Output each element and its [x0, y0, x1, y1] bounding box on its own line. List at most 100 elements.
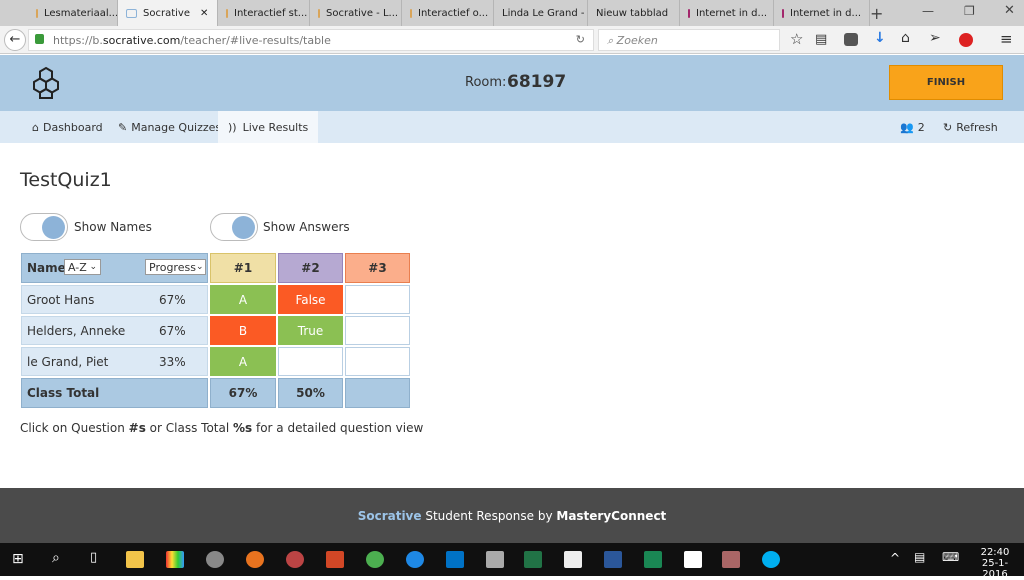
toggle-knob: [42, 216, 65, 239]
answer-cell[interactable]: True: [278, 316, 343, 345]
clock-time: 22:40: [980, 547, 1010, 558]
snipping-icon[interactable]: [206, 551, 224, 568]
socrative-logo-icon[interactable]: [30, 66, 62, 100]
answer-cell[interactable]: A: [210, 285, 276, 314]
task-view-icon[interactable]: ▯: [90, 550, 97, 565]
bookmark-star-icon[interactable]: ☆: [790, 30, 803, 48]
finish-button[interactable]: FINISH: [889, 65, 1003, 100]
browser-tab[interactable]: Internet in d...: [774, 0, 870, 26]
browser-tab[interactable]: Internet in d...: [680, 0, 774, 26]
answer-cell[interactable]: [345, 316, 410, 345]
answer-cell[interactable]: A: [210, 347, 276, 376]
browser-tab[interactable]: Socrative - L...: [310, 0, 402, 26]
reading-list-icon[interactable]: ▤: [815, 32, 827, 47]
app-icon[interactable]: [486, 551, 504, 568]
browser-tab[interactable]: Nieuw tabblad: [588, 0, 680, 26]
show-answers-toggle[interactable]: [210, 213, 258, 241]
browser-tab[interactable]: Socrative ✕: [118, 0, 218, 26]
student-row[interactable]: le Grand, Piet 33%: [21, 347, 208, 376]
tray-chevron-icon[interactable]: ^: [890, 551, 900, 565]
class-total-1[interactable]: 67%: [210, 378, 276, 408]
chat-icon[interactable]: [286, 551, 304, 568]
answer-cell[interactable]: [345, 285, 410, 314]
answer-cell[interactable]: [345, 347, 410, 376]
tab-favicon-icon: [36, 8, 38, 18]
student-count: 👥 2: [890, 111, 935, 143]
powerpoint-icon[interactable]: [326, 551, 344, 568]
reload-icon[interactable]: ↻: [576, 33, 585, 46]
outlook-icon[interactable]: [446, 551, 464, 568]
pocket-icon[interactable]: [844, 33, 858, 46]
sway-icon[interactable]: [644, 551, 662, 568]
sort-select[interactable]: A-Z ⌄: [64, 259, 101, 275]
new-tab-icon[interactable]: +: [870, 4, 883, 23]
nav-bar: ⌂ Dashboard ✎ Manage Quizzes )) Live Result…: [0, 111, 1024, 143]
tab-favicon-icon: [410, 8, 412, 18]
skype-icon[interactable]: [762, 551, 780, 568]
class-total-3[interactable]: [345, 378, 410, 408]
question-header-2[interactable]: #2: [278, 253, 343, 283]
student-row[interactable]: Groot Hans 67%: [21, 285, 208, 314]
search-field[interactable]: ⌕ Zoeken: [598, 29, 780, 51]
chrome-icon[interactable]: [366, 551, 384, 568]
nav-live-results[interactable]: )) Live Results: [218, 111, 319, 143]
tab-title: Socrative: [143, 7, 190, 19]
app-icon[interactable]: [722, 551, 740, 568]
close-window-icon[interactable]: ✕: [1004, 3, 1015, 18]
question-header-3[interactable]: #3: [345, 253, 410, 283]
download-icon[interactable]: ↓: [874, 30, 886, 46]
search-icon[interactable]: ⌕: [52, 550, 60, 566]
url-field[interactable]: https://b.socrative.com/teacher/#live-re…: [28, 29, 594, 51]
calculator-icon[interactable]: [564, 551, 582, 568]
word-icon[interactable]: [604, 551, 622, 568]
nav-dashboard-label: Dashboard: [42, 120, 103, 134]
page-title: TestQuiz1: [20, 169, 112, 191]
browser-tab[interactable]: Interactief o...: [402, 0, 494, 26]
home-icon: ⌂: [32, 120, 39, 134]
home-icon[interactable]: ⌂: [901, 30, 910, 46]
footer-text: Student Response by: [421, 508, 557, 523]
refresh-label: Refresh: [956, 120, 998, 134]
document-icon[interactable]: [684, 551, 702, 568]
refresh-button[interactable]: ↻ Refresh: [933, 111, 1008, 143]
nav-live-label: Live Results: [242, 120, 309, 134]
back-icon[interactable]: ←: [4, 29, 26, 51]
adblock-icon[interactable]: [959, 33, 973, 47]
send-icon[interactable]: ➢: [929, 30, 941, 46]
answer-cell[interactable]: False: [278, 285, 343, 314]
start-icon[interactable]: ⊞: [12, 551, 24, 567]
footer-brand: Socrative: [357, 508, 422, 523]
tab-title: Internet in d...: [790, 7, 862, 19]
student-name: le Grand, Piet: [27, 354, 109, 369]
browser-tab[interactable]: Linda Le Grand - ...: [494, 0, 588, 26]
question-header-1[interactable]: #1: [210, 253, 276, 283]
class-total-cell[interactable]: Class Total: [21, 378, 208, 408]
notification-icon[interactable]: ▤: [914, 550, 925, 564]
browser-tab[interactable]: Interactief st...: [218, 0, 310, 26]
class-total-2[interactable]: 50%: [278, 378, 343, 408]
nav-dashboard[interactable]: ⌂ Dashboard: [22, 111, 113, 143]
show-names-toggle[interactable]: [20, 213, 68, 241]
nav-manage-quizzes[interactable]: ✎ Manage Quizzes: [108, 111, 231, 143]
footer-company[interactable]: MasteryConnect: [556, 509, 666, 523]
clock[interactable]: 22:40 25-1-2016: [970, 547, 1020, 580]
student-row[interactable]: Helders, Anneke 67%: [21, 316, 208, 345]
explorer-icon[interactable]: [126, 551, 144, 568]
restore-icon[interactable]: ❐: [964, 4, 975, 18]
excel-icon[interactable]: [524, 551, 542, 568]
menu-icon[interactable]: ≡: [1000, 30, 1013, 48]
minimize-icon[interactable]: —: [922, 4, 934, 18]
close-tab-icon[interactable]: ✕: [200, 8, 208, 19]
edge-icon[interactable]: [406, 551, 424, 568]
firefox-icon[interactable]: [246, 551, 264, 568]
refresh-icon: ↻: [943, 120, 953, 134]
paint-icon[interactable]: [166, 551, 184, 568]
browser-tab[interactable]: Lesmateriaal...: [28, 0, 118, 26]
keyboard-icon[interactable]: ⌨: [942, 550, 959, 564]
url-path: /teacher/#live-results/table: [180, 34, 331, 47]
progress-select[interactable]: Progress ⌄: [145, 259, 206, 275]
answer-cell[interactable]: [278, 347, 343, 376]
tab-title: Interactief o...: [418, 7, 489, 19]
answer-cell[interactable]: B: [210, 316, 276, 345]
room-number: 68197: [507, 72, 567, 92]
